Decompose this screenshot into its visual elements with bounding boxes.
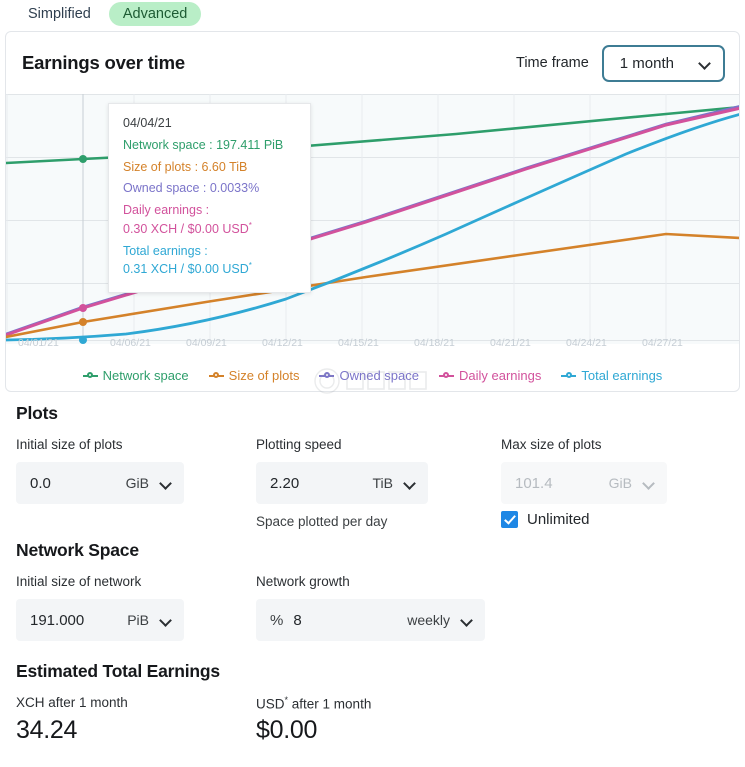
initial-size-of-network-unit-select[interactable]: PiB	[127, 612, 172, 628]
legend-item-network-space[interactable]: Network space	[82, 368, 189, 383]
time-frame-control: Time frame 1 month	[516, 44, 725, 82]
network-space-section-title: Network Space	[16, 540, 139, 560]
tooltip-row-network-space: Network space : 197.411 PiB	[123, 137, 284, 152]
initial-size-of-plots-value: 0.0	[30, 474, 51, 492]
chart-legend: Network space Size of plots Owned space …	[0, 368, 745, 383]
tooltip-row-daily-earnings: Daily earnings : 0.30 XCH / $0.00 USD*	[123, 202, 297, 239]
initial-size-of-plots-label: Initial size of plots	[16, 437, 123, 452]
xch-after-label: XCH after 1 month	[16, 695, 128, 710]
hover-point-daily-earnings	[79, 304, 87, 312]
tooltip-date: 04/04/21	[123, 116, 172, 130]
asterisk-icon: *	[248, 261, 252, 271]
checkbox-checked-icon[interactable]	[501, 511, 518, 528]
initial-size-of-network-label: Initial size of network	[16, 574, 142, 589]
unit-value: GiB	[125, 475, 149, 491]
earnings-calculator-page: Simplified Advanced Earnings over time T…	[0, 0, 745, 767]
time-frame-label: Time frame	[516, 55, 589, 71]
time-frame-select[interactable]: 1 month	[601, 44, 725, 82]
x-tick-label: 04/01/21	[18, 337, 59, 349]
legend-label: Network space	[102, 368, 189, 383]
legend-marker-icon	[319, 371, 335, 380]
hover-point-network-space	[79, 155, 87, 163]
plotting-speed-input[interactable]: 2.20 TiB	[256, 462, 428, 504]
percent-icon: %	[270, 611, 284, 629]
time-frame-value: 1 month	[619, 54, 674, 72]
x-tick-label: 04/27/21	[642, 337, 683, 349]
legend-item-daily-earnings[interactable]: Daily earnings	[438, 368, 542, 383]
hover-point-size-of-plots	[79, 318, 87, 326]
x-tick-label: 04/12/21	[262, 337, 303, 349]
unit-value: TiB	[372, 475, 393, 491]
plotting-speed-unit-select[interactable]: TiB	[373, 475, 416, 491]
unit-value: GiB	[608, 475, 632, 491]
legend-marker-icon	[208, 371, 224, 380]
tab-simplified[interactable]: Simplified	[14, 2, 105, 27]
tooltip-daily-earnings-value: 0.30 XCH / $0.00 USD*	[123, 220, 252, 236]
legend-label: Daily earnings	[458, 368, 542, 383]
max-size-of-plots-input: 101.4 GiB	[501, 462, 667, 504]
chevron-down-icon	[700, 58, 711, 69]
plotting-speed-label: Plotting speed	[256, 437, 342, 452]
legend-marker-icon	[82, 371, 98, 380]
tooltip-total-earnings-label: Total earnings :	[123, 243, 208, 258]
tooltip-row-owned-space: Owned space : 0.0033%	[123, 181, 260, 196]
xch-total-value: 34.24	[16, 716, 78, 744]
tooltip-row-size-of-plots: Size of plots : 6.60 TiB	[123, 159, 248, 174]
unit-value: PiB	[127, 612, 149, 628]
legend-marker-icon	[438, 371, 454, 380]
usd-after-label: USD* after 1 month	[256, 695, 372, 712]
chevron-down-icon	[462, 615, 473, 626]
page-title: Earnings over time	[22, 52, 185, 73]
asterisk-icon: *	[248, 220, 252, 230]
plotting-speed-hint: Space plotted per day	[256, 514, 388, 529]
tooltip-row-total-earnings: Total earnings : 0.31 XCH / $0.00 USD*	[123, 243, 297, 280]
estimated-total-earnings-title: Estimated Total Earnings	[16, 661, 220, 681]
x-tick-label: 04/09/21	[186, 337, 227, 349]
hover-point-total-earnings	[79, 336, 87, 344]
chart-tooltip: 04/04/21 Network space : 197.411 PiB Siz…	[108, 103, 311, 294]
tab-advanced[interactable]: Advanced	[108, 1, 202, 27]
unlimited-label: Unlimited	[527, 511, 590, 528]
usd-total-value: $0.00	[256, 716, 318, 744]
initial-size-of-network-value: 191.000	[30, 611, 85, 629]
plotting-speed-value: 2.20	[270, 474, 300, 492]
plots-section-title: Plots	[16, 403, 58, 423]
x-tick-label: 04/24/21	[566, 337, 607, 349]
legend-item-total-earnings[interactable]: Total earnings	[561, 368, 662, 383]
network-growth-period-select[interactable]: weekly	[407, 612, 473, 628]
legend-label: Size of plots	[228, 368, 300, 383]
max-size-of-plots-label: Max size of plots	[501, 437, 602, 452]
chevron-down-icon	[161, 615, 172, 626]
legend-label: Owned space	[339, 368, 419, 383]
network-growth-input[interactable]: % 8 weekly	[256, 599, 485, 641]
x-tick-label: 04/18/21	[414, 337, 455, 349]
view-mode-tabs: Simplified Advanced	[0, 0, 202, 28]
x-tick-label: 04/15/21	[338, 337, 379, 349]
legend-item-size-of-plots[interactable]: Size of plots	[208, 368, 300, 383]
initial-size-of-network-input[interactable]: 191.000 PiB	[16, 599, 184, 641]
network-growth-label: Network growth	[256, 574, 350, 589]
x-tick-label: 04/21/21	[490, 337, 531, 349]
initial-size-of-plots-unit-select[interactable]: GiB	[126, 475, 172, 491]
period-value: weekly	[407, 612, 450, 628]
tooltip-total-earnings-value: 0.31 XCH / $0.00 USD*	[123, 261, 252, 277]
network-growth-value: 8	[293, 611, 302, 629]
chevron-down-icon	[644, 478, 655, 489]
chevron-down-icon	[161, 478, 172, 489]
unlimited-checkbox-row[interactable]: Unlimited	[501, 511, 590, 528]
max-size-of-plots-value: 101.4	[515, 474, 553, 492]
max-size-of-plots-unit-select: GiB	[609, 475, 655, 491]
legend-item-owned-space[interactable]: Owned space	[319, 368, 419, 383]
tooltip-daily-earnings-label: Daily earnings :	[123, 203, 210, 217]
legend-marker-icon	[561, 371, 577, 380]
x-tick-label: 04/06/21	[110, 337, 151, 349]
initial-size-of-plots-input[interactable]: 0.0 GiB	[16, 462, 184, 504]
card-header: Earnings over time Time frame 1 month	[6, 32, 739, 94]
chevron-down-icon	[405, 478, 416, 489]
legend-label: Total earnings	[581, 368, 663, 383]
